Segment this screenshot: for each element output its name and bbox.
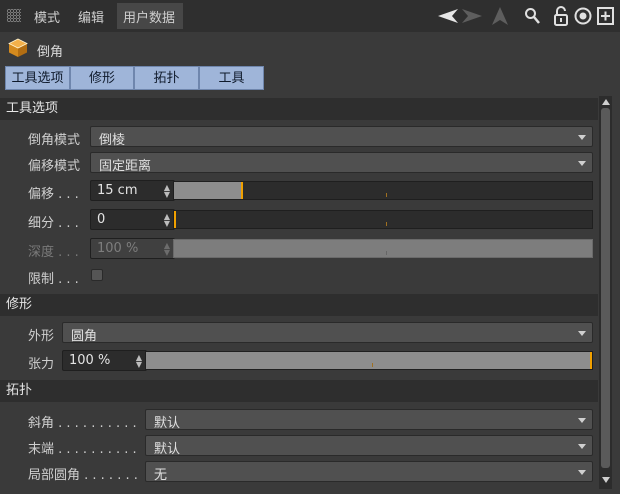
object-title-row bbox=[0, 32, 620, 64]
depth-value: 100 % bbox=[97, 241, 139, 256]
limit-checkbox[interactable] bbox=[91, 269, 103, 281]
subdivision-field[interactable]: 0 ▲ ▼ bbox=[90, 209, 175, 230]
offset-label: 偏移 . . . bbox=[28, 187, 79, 202]
slider-fill bbox=[146, 352, 590, 369]
offset-mode-label: 偏移模式 bbox=[28, 159, 81, 174]
partial-rounding-label: 局部圆角 . . . . . . . bbox=[28, 468, 138, 483]
bevel-mode-label: 倒角模式 bbox=[28, 133, 81, 148]
shape-dropdown[interactable]: 圆角 bbox=[62, 322, 593, 344]
add-panel-icon[interactable] bbox=[597, 7, 614, 25]
offset-slider[interactable] bbox=[173, 181, 593, 200]
depth-field: 100 % ▲ ▼ bbox=[90, 238, 175, 259]
offset-field[interactable]: 15 cm ▲ ▼ bbox=[90, 180, 175, 201]
chevron-down-icon bbox=[578, 135, 586, 140]
menu-mode[interactable]: 模式 bbox=[34, 7, 60, 26]
subdivision-label: 细分 . . . bbox=[28, 216, 79, 231]
tension-field[interactable]: 100 % ▲ ▼ bbox=[62, 350, 147, 371]
slider-knob[interactable] bbox=[590, 352, 592, 369]
scrollbar-thumb[interactable] bbox=[601, 108, 610, 468]
tab-shaping[interactable]: 修形 bbox=[70, 66, 134, 90]
section-shaping[interactable]: 修形 bbox=[0, 294, 598, 316]
chevron-down-icon bbox=[578, 470, 586, 475]
back-arrow-icon[interactable] bbox=[437, 8, 459, 24]
miter-dropdown[interactable]: 默认 bbox=[145, 409, 593, 431]
section-topology[interactable]: 拓扑 bbox=[0, 380, 598, 402]
slider-tick bbox=[372, 363, 373, 367]
partial-rounding-value: 无 bbox=[154, 468, 168, 483]
tab-tools[interactable]: 工具 bbox=[199, 66, 264, 90]
section-tool-options[interactable]: 工具选项 bbox=[0, 98, 598, 120]
miter-value: 默认 bbox=[154, 416, 181, 431]
search-icon[interactable] bbox=[524, 7, 540, 25]
chevron-down-icon bbox=[578, 331, 586, 336]
offset-mode-value: 固定距离 bbox=[99, 159, 152, 174]
depth-label: 深度 . . . bbox=[28, 245, 79, 260]
grip-icon[interactable] bbox=[7, 9, 21, 22]
tab-topology[interactable]: 拓扑 bbox=[134, 66, 199, 90]
bevel-mode-value: 倒棱 bbox=[99, 133, 126, 148]
forward-arrow-icon[interactable] bbox=[461, 8, 483, 24]
slider-tick bbox=[386, 251, 387, 255]
slider-knob[interactable] bbox=[241, 182, 243, 199]
tension-slider[interactable] bbox=[145, 351, 593, 370]
slider-fill bbox=[174, 182, 241, 199]
subdivision-slider[interactable] bbox=[173, 210, 593, 229]
end-label: 末端 . . . . . . . . . . bbox=[28, 442, 137, 457]
shape-value: 圆角 bbox=[71, 329, 98, 344]
shape-label: 外形 bbox=[28, 329, 55, 344]
bevel-mode-dropdown[interactable]: 倒棱 bbox=[90, 126, 593, 148]
spinner-icon[interactable]: ▲ ▼ bbox=[164, 213, 170, 228]
target-icon[interactable] bbox=[574, 7, 592, 25]
menu-user-data[interactable]: 用户数据 bbox=[123, 7, 175, 26]
slider-tick bbox=[386, 222, 387, 226]
menu-edit[interactable]: 编辑 bbox=[78, 7, 104, 26]
limit-label: 限制 . . . bbox=[28, 272, 79, 287]
spinner-icon[interactable]: ▲ ▼ bbox=[136, 354, 142, 369]
depth-slider bbox=[173, 239, 593, 258]
spinner-icon[interactable]: ▲ ▼ bbox=[164, 184, 170, 199]
bevel-cube-icon bbox=[8, 38, 28, 57]
tension-label: 张力 bbox=[28, 357, 55, 372]
end-value: 默认 bbox=[154, 442, 181, 457]
slider-tick bbox=[386, 193, 387, 197]
offset-value: 15 cm bbox=[97, 183, 138, 198]
attribute-manager: 模式 编辑 用户数据 倒角 工具选项 修形 拓扑 工具 工具选项 倒角模式 倒棱… bbox=[0, 0, 620, 494]
up-arrow-icon[interactable] bbox=[491, 6, 509, 26]
slider-knob[interactable] bbox=[174, 211, 176, 228]
offset-mode-dropdown[interactable]: 固定距离 bbox=[90, 152, 593, 174]
tension-value: 100 % bbox=[69, 353, 111, 368]
scroll-down-icon[interactable] bbox=[602, 477, 610, 483]
subdivision-value: 0 bbox=[97, 212, 106, 227]
scroll-up-icon[interactable] bbox=[602, 99, 610, 105]
chevron-down-icon bbox=[578, 418, 586, 423]
lock-icon[interactable] bbox=[553, 6, 569, 26]
chevron-down-icon bbox=[578, 444, 586, 449]
spinner-icon: ▲ ▼ bbox=[163, 241, 170, 257]
tab-tool-options[interactable]: 工具选项 bbox=[5, 66, 70, 90]
miter-label: 斜角 . . . . . . . . . . bbox=[28, 416, 137, 431]
object-title: 倒角 bbox=[37, 45, 64, 60]
chevron-down-icon bbox=[578, 161, 586, 166]
end-dropdown[interactable]: 默认 bbox=[145, 435, 593, 457]
partial-rounding-dropdown[interactable]: 无 bbox=[145, 461, 593, 483]
